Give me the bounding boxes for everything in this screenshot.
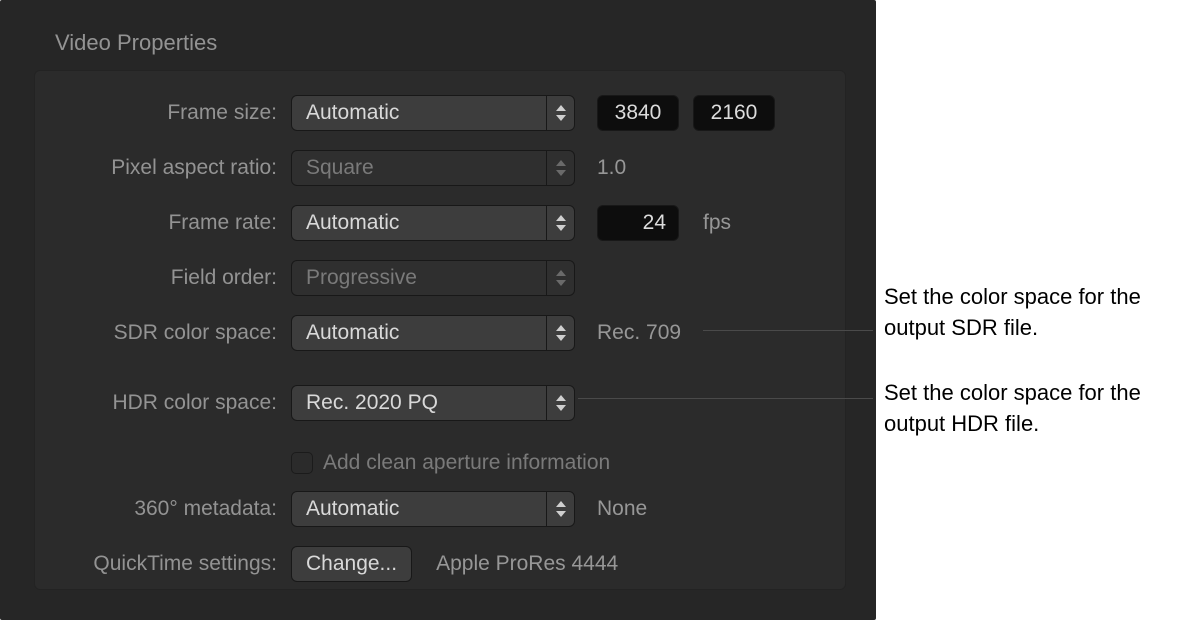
- pixel-aspect-ratio-popup[interactable]: Square: [291, 150, 575, 186]
- frame-size-width-field[interactable]: 3840: [597, 95, 679, 131]
- sdr-color-space-label: SDR color space:: [35, 321, 291, 345]
- field-order-popup-value: Progressive: [306, 266, 417, 290]
- callout-line-hdr: [578, 398, 873, 399]
- row-quicktime-settings: QuickTime settings: Change... Apple ProR…: [35, 542, 845, 586]
- field-order-label: Field order:: [35, 266, 291, 290]
- callout-line-sdr: [703, 330, 873, 331]
- frame-size-popup[interactable]: Automatic: [291, 95, 575, 131]
- frame-rate-unit: fps: [703, 211, 731, 235]
- popup-stepper-icon: [546, 386, 574, 420]
- metadata-360-popup-value: Automatic: [306, 497, 399, 521]
- metadata-360-popup[interactable]: Automatic: [291, 491, 575, 527]
- row-sdr-color-space: SDR color space: Automatic Rec. 709: [35, 311, 845, 355]
- row-frame-size: Frame size: Automatic 3840 2160: [35, 91, 845, 135]
- row-field-order: Field order: Progressive: [35, 256, 845, 300]
- metadata-360-value: None: [597, 497, 647, 521]
- popup-stepper-icon: [546, 261, 574, 295]
- annotation-sdr: Set the color space for the output SDR f…: [884, 282, 1184, 344]
- sdr-color-space-popup[interactable]: Automatic: [291, 315, 575, 351]
- metadata-360-label: 360° metadata:: [35, 497, 291, 521]
- popup-stepper-icon: [546, 316, 574, 350]
- hdr-color-space-label: HDR color space:: [35, 391, 291, 415]
- frame-rate-popup[interactable]: Automatic: [291, 205, 575, 241]
- popup-stepper-icon: [546, 492, 574, 526]
- section-title: Video Properties: [55, 30, 217, 56]
- sdr-color-space-value: Rec. 709: [597, 321, 681, 345]
- video-properties-panel: Video Properties Frame size: Automatic 3…: [0, 0, 876, 620]
- row-360-metadata: 360° metadata: Automatic None: [35, 487, 845, 531]
- frame-rate-field[interactable]: 24: [597, 205, 679, 241]
- pixel-aspect-ratio-label: Pixel aspect ratio:: [35, 156, 291, 180]
- frame-rate-popup-value: Automatic: [306, 211, 399, 235]
- pixel-aspect-ratio-value: 1.0: [597, 156, 626, 180]
- quicktime-settings-label: QuickTime settings:: [35, 552, 291, 576]
- popup-stepper-icon: [546, 151, 574, 185]
- row-pixel-aspect-ratio: Pixel aspect ratio: Square 1.0: [35, 146, 845, 190]
- sdr-color-space-popup-value: Automatic: [306, 321, 399, 345]
- clean-aperture-checkbox[interactable]: [291, 452, 313, 474]
- row-frame-rate: Frame rate: Automatic 24 fps: [35, 201, 845, 245]
- field-order-popup[interactable]: Progressive: [291, 260, 575, 296]
- popup-stepper-icon: [546, 206, 574, 240]
- clean-aperture-label: Add clean aperture information: [323, 451, 610, 475]
- quicktime-codec-value: Apple ProRes 4444: [436, 552, 618, 576]
- frame-size-height-field[interactable]: 2160: [693, 95, 775, 131]
- pixel-aspect-ratio-popup-value: Square: [306, 156, 374, 180]
- hdr-color-space-popup[interactable]: Rec. 2020 PQ: [291, 385, 575, 421]
- annotation-hdr: Set the color space for the output HDR f…: [884, 378, 1184, 440]
- frame-size-label: Frame size:: [35, 101, 291, 125]
- row-clean-aperture: Add clean aperture information: [35, 441, 845, 485]
- quicktime-change-button[interactable]: Change...: [291, 546, 412, 582]
- popup-stepper-icon: [546, 96, 574, 130]
- frame-size-popup-value: Automatic: [306, 101, 399, 125]
- row-hdr-color-space: HDR color space: Rec. 2020 PQ: [35, 381, 845, 425]
- frame-rate-label: Frame rate:: [35, 211, 291, 235]
- hdr-color-space-popup-value: Rec. 2020 PQ: [306, 391, 438, 415]
